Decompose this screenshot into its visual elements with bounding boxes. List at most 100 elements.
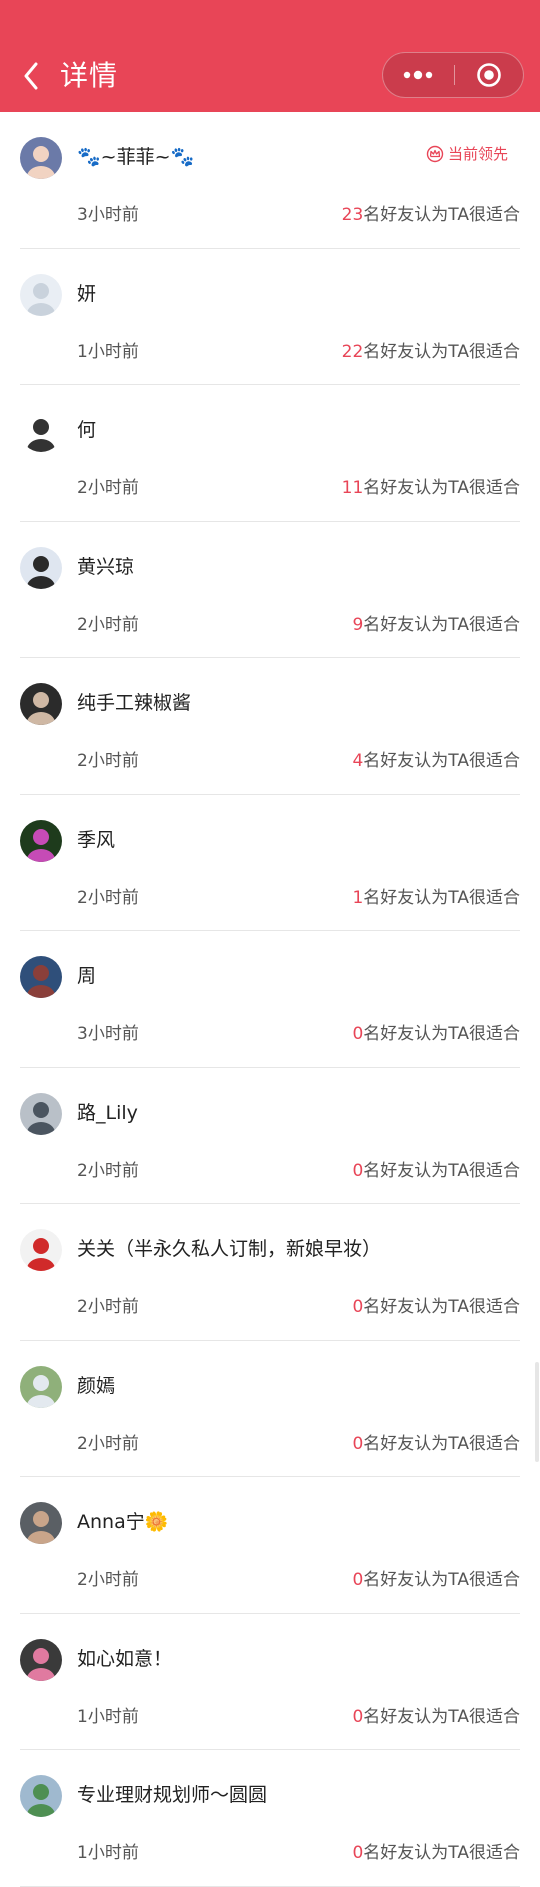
vote-count-text: 4名好友认为TA很适合 [352, 746, 520, 771]
list-item[interactable]: 纯手工辣椒酱 2小时前 4名好友认为TA很适合 [20, 658, 520, 795]
vote-suffix: 名好友认为TA很适合 [363, 1433, 520, 1454]
list-item[interactable]: 🐾~菲菲~🐾 3小时前 23名好友认为TA很适合 当前领先 [20, 112, 520, 249]
timestamp: 2小时前 [77, 478, 139, 498]
list-item[interactable]: 专业理财规划师～圆圆 1小时前 0名好友认为TA很适合 [20, 1750, 520, 1887]
vote-count-text: 0名好友认为TA很适合 [352, 1838, 520, 1863]
vote-count: 1 [352, 887, 364, 908]
vote-count: 0 [352, 1706, 364, 1727]
vote-count-text: 0名好友认为TA很适合 [352, 1702, 520, 1727]
vote-count: 0 [352, 1160, 364, 1181]
vote-suffix: 名好友认为TA很适合 [363, 341, 520, 362]
timestamp: 2小时前 [77, 1160, 139, 1181]
avatar[interactable] [20, 137, 62, 179]
avatar[interactable] [20, 1229, 62, 1271]
vote-suffix: 名好友认为TA很适合 [363, 1706, 520, 1727]
vote-count-text: 11名好友认为TA很适合 [342, 473, 520, 498]
vote-count: 11 [341, 478, 364, 498]
avatar[interactable] [20, 1092, 62, 1135]
vote-count: 9 [352, 614, 364, 635]
vote-count-text: 22名好友认为TA很适合 [342, 337, 520, 362]
crown-icon [426, 145, 444, 162]
back-button[interactable] [14, 56, 48, 96]
leader-badge: 当前领先 [426, 143, 508, 164]
navigation-bar: 详情 [0, 0, 540, 112]
avatar[interactable] [20, 819, 62, 862]
vote-count-text: 0名好友认为TA很适合 [352, 1429, 520, 1454]
vote-suffix: 名好友认为TA很适合 [363, 1024, 520, 1044]
vote-suffix: 名好友认为TA很适合 [363, 1570, 520, 1590]
timestamp: 1小时前 [77, 1706, 139, 1727]
vote-count-text: 0名好友认为TA很适合 [352, 1565, 520, 1590]
timestamp: 2小时前 [77, 1297, 139, 1317]
list-item[interactable]: 路_Lily 2小时前 0名好友认为TA很适合 [20, 1068, 520, 1204]
vote-count: 0 [352, 1024, 364, 1044]
mini-program-capsule [382, 52, 524, 98]
vote-suffix: 名好友认为TA很适合 [363, 205, 520, 225]
avatar[interactable] [20, 1638, 62, 1681]
list-item[interactable]: 关关（半永久私人订制，新娘早妆） 2小时前 0名好友认为TA很适合 [20, 1204, 520, 1341]
list-item[interactable]: 黄兴琼 2小时前 9名好友认为TA很适合 [20, 522, 520, 658]
vote-count: 0 [352, 1843, 364, 1863]
vote-count: 22 [341, 341, 364, 362]
user-name: 纯手工辣椒酱 [77, 692, 192, 714]
user-name: 季风 [77, 828, 116, 851]
vote-count-text: 1名好友认为TA很适合 [352, 883, 520, 908]
list-item[interactable]: 妍 1小时前 22名好友认为TA很适合 [20, 249, 520, 385]
user-name: 周 [77, 965, 97, 987]
avatar[interactable] [20, 1775, 62, 1817]
avatar[interactable] [20, 683, 62, 725]
more-button[interactable] [383, 53, 453, 97]
timestamp: 3小时前 [77, 205, 139, 225]
list-item[interactable]: 季风 2小时前 1名好友认为TA很适合 [20, 795, 520, 931]
timestamp: 2小时前 [77, 1570, 139, 1590]
vote-count: 4 [352, 751, 364, 771]
more-dots-icon [403, 70, 433, 80]
timestamp: 2小时前 [77, 1433, 139, 1454]
vote-count: 0 [352, 1433, 364, 1454]
vote-suffix: 名好友认为TA很适合 [363, 1160, 520, 1181]
list-item[interactable]: 如心如意！ 1小时前 0名好友认为TA很适合 [20, 1614, 520, 1750]
vote-count-text: 0名好友认为TA很适合 [352, 1292, 520, 1317]
timestamp: 2小时前 [77, 751, 139, 771]
avatar[interactable] [20, 410, 62, 452]
list-item[interactable]: Anna宁🌼 2小时前 0名好友认为TA很适合 [20, 1477, 520, 1614]
timestamp: 1小时前 [77, 1843, 139, 1863]
vote-count: 23 [341, 205, 364, 225]
user-name: 🐾~菲菲~🐾 [77, 146, 195, 168]
user-name: 专业理财规划师～圆圆 [77, 1784, 268, 1806]
user-name: 黄兴琼 [77, 555, 135, 578]
close-button[interactable] [455, 53, 523, 97]
vote-count-text: 0名好友认为TA很适合 [352, 1019, 520, 1044]
vote-count: 0 [352, 1570, 364, 1590]
avatar[interactable] [20, 546, 62, 589]
chevron-left-icon [24, 62, 38, 90]
vote-suffix: 名好友认为TA很适合 [363, 1297, 520, 1317]
page-title: 详情 [60, 59, 119, 92]
avatar[interactable] [20, 1365, 62, 1408]
vote-suffix: 名好友认为TA很适合 [363, 887, 520, 908]
target-circle-icon [477, 63, 501, 87]
list-item[interactable]: 颜嫣 2小时前 0名好友认为TA很适合 [20, 1341, 520, 1477]
user-name: 关关（半永久私人订制，新娘早妆） [77, 1238, 382, 1260]
list-item[interactable]: 周 3小时前 0名好友认为TA很适合 [20, 931, 520, 1068]
timestamp: 1小时前 [77, 341, 139, 362]
user-name: 何 [77, 419, 97, 441]
avatar[interactable] [20, 1502, 62, 1544]
vote-count-text: 0名好友认为TA很适合 [352, 1156, 520, 1181]
vote-count: 0 [352, 1297, 364, 1317]
scrollbar[interactable] [535, 1362, 539, 1462]
avatar[interactable] [20, 956, 62, 998]
timestamp: 2小时前 [77, 887, 139, 908]
list-item[interactable]: 何 2小时前 11名好友认为TA很适合 [20, 385, 520, 522]
vote-suffix: 名好友认为TA很适合 [363, 614, 520, 635]
user-name: Anna宁🌼 [77, 1511, 169, 1533]
avatar[interactable] [20, 273, 62, 316]
vote-count-text: 23名好友认为TA很适合 [342, 200, 520, 225]
vote-list: 🐾~菲菲~🐾 3小时前 23名好友认为TA很适合 当前领先妍 1小时前 22名好友认为TA… [0, 112, 540, 1887]
timestamp: 3小时前 [77, 1024, 139, 1044]
vote-suffix: 名好友认为TA很适合 [363, 1843, 520, 1863]
timestamp: 2小时前 [77, 614, 139, 635]
vote-suffix: 名好友认为TA很适合 [363, 478, 520, 498]
leader-label: 当前领先 [447, 145, 508, 163]
user-name: 如心如意！ [77, 1647, 173, 1670]
